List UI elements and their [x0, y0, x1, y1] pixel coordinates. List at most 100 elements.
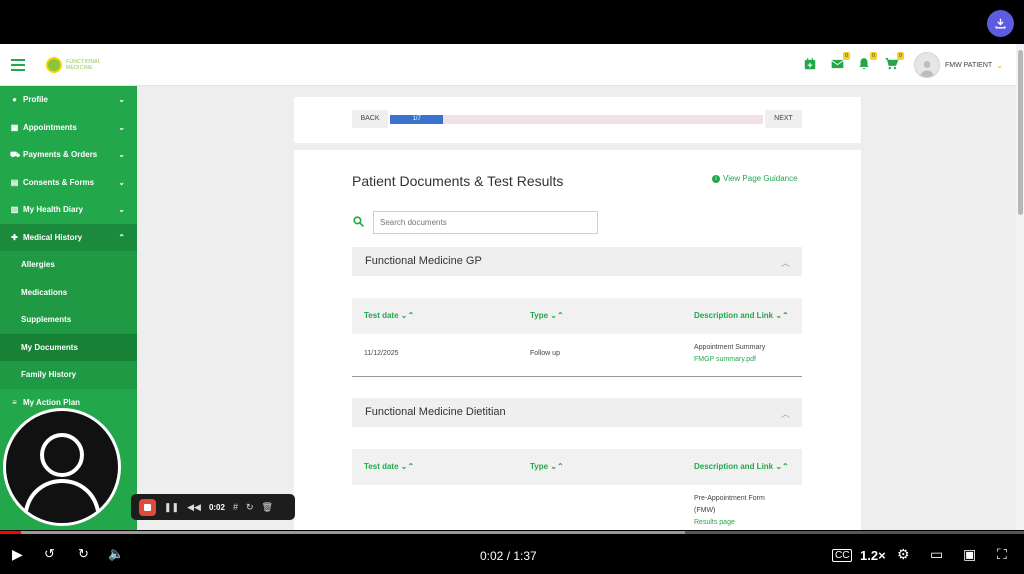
settings-icon[interactable]: ⚙: [897, 546, 910, 563]
chevron-down-icon: ⌄: [118, 150, 125, 159]
logo-text: FUNCTIONAL MEDICINE: [66, 59, 101, 71]
sidebar-subitem-my-documents[interactable]: My Documents: [0, 333, 137, 361]
description-cell: Appointment Summary: [694, 344, 766, 351]
logo-mark-icon: [46, 57, 62, 73]
column-header-type[interactable]: Type ⌄⌃: [530, 462, 564, 471]
sidebar-subitem-supplements[interactable]: Supplements: [0, 306, 137, 334]
sidebar-item-health-diary[interactable]: ▥ My Health Diary ⌄: [0, 196, 137, 224]
medical-icon: ✚: [11, 232, 18, 242]
theater-mode-icon[interactable]: ▭: [930, 546, 943, 563]
header-icons: 0 0 0: [803, 52, 904, 72]
info-icon: i: [712, 174, 720, 183]
rewind-5-icon[interactable]: ↺: [44, 546, 55, 562]
sidebar-item-payments[interactable]: ⛟ Payments & Orders ⌄: [0, 141, 137, 169]
mail-icon[interactable]: 0: [830, 52, 850, 72]
chevron-down-icon: ⌄: [118, 122, 125, 132]
stop-recording-button[interactable]: [139, 498, 156, 516]
pause-icon[interactable]: ❚❚: [164, 502, 179, 513]
webcam-avatar: [3, 408, 121, 526]
section-title: Functional Medicine GP: [365, 255, 482, 267]
section-header-dietitian[interactable]: Functional Medicine Dietitian ︿: [352, 398, 802, 427]
view-guidance-link[interactable]: i View Page Guidance: [712, 174, 798, 183]
rewind-icon[interactable]: ◀◀: [187, 502, 201, 513]
search-input[interactable]: [373, 211, 598, 234]
captions-icon[interactable]: CC: [832, 549, 853, 562]
column-header-description[interactable]: Description and Link ⌄⌃: [694, 311, 789, 320]
sidebar-item-label: Payments & Orders: [23, 150, 98, 160]
recorder-time: 0:02: [208, 502, 225, 512]
sidebar-subitem-allergies[interactable]: Allergies: [0, 251, 137, 279]
sidebar-item-medical-history[interactable]: ✚ Medical History ⌃: [0, 223, 137, 251]
description-cell-2: (FMW): [694, 507, 716, 514]
sidebar-item-profile[interactable]: ● Profile ⌄: [0, 86, 137, 114]
list-icon: ≡: [12, 397, 17, 407]
play-icon[interactable]: ▶: [12, 546, 23, 563]
logo[interactable]: FUNCTIONAL MEDICINE: [46, 57, 118, 73]
calendar-icon: ▦: [10, 122, 19, 132]
column-header-test-date[interactable]: Test date ⌄⌃: [364, 462, 414, 471]
user-menu[interactable]: FMW PATIENT ⌄: [914, 52, 1003, 78]
next-button[interactable]: NEXT: [765, 110, 802, 128]
app-viewport: FUNCTIONAL MEDICINE 0 0 0 FMW PATIENT ⌄ …: [0, 44, 1024, 530]
row-divider: [352, 376, 802, 377]
description-cell: Pre-Appointment Form: [694, 495, 765, 502]
playback-speed[interactable]: 1.2×: [860, 548, 886, 563]
person-icon: ●: [12, 95, 17, 105]
restart-icon[interactable]: ↻: [246, 502, 254, 513]
person-silhouette-icon: [24, 433, 100, 512]
back-button[interactable]: BACK: [352, 110, 388, 128]
column-header-type[interactable]: Type ⌄⌃: [530, 311, 564, 320]
guidance-label: View Page Guidance: [723, 174, 798, 183]
sidebar-item-label: My Action Plan: [23, 397, 81, 407]
document-icon: ▤: [10, 177, 19, 187]
trash-icon[interactable]: 🗑: [262, 502, 273, 513]
test-date-cell: 11/12/2025: [364, 350, 399, 357]
bell-icon[interactable]: 0: [857, 52, 877, 72]
messages-badge: 0: [843, 52, 850, 60]
type-cell: Follow up: [530, 350, 560, 357]
forward-5-icon[interactable]: ↻: [78, 546, 89, 562]
user-name: FMW PATIENT: [945, 61, 993, 69]
table-header: Test date ⌄⌃ Type ⌄⌃ Description and Lin…: [352, 449, 802, 485]
download-button[interactable]: [987, 10, 1014, 37]
sidebar-item-appointments[interactable]: ▦ Appointments ⌄: [0, 114, 137, 142]
calendar-add-icon[interactable]: [803, 57, 818, 72]
chevron-down-icon: ⌄: [118, 177, 125, 187]
book-icon: ▥: [10, 205, 19, 215]
sidebar-subitem-medications[interactable]: Medications: [0, 278, 137, 306]
document-link[interactable]: FMGP summary.pdf: [694, 356, 756, 363]
sidebar-item-consents[interactable]: ▤ Consents & Forms ⌄: [0, 169, 137, 197]
volume-icon[interactable]: 🔈: [108, 546, 124, 562]
cart-icon[interactable]: 0: [884, 52, 904, 72]
playback-time: 0:02 / 1:37: [480, 549, 537, 563]
section-header-gp[interactable]: Functional Medicine GP ︿: [352, 247, 802, 276]
wizard-progress-bar: 1/7: [390, 115, 763, 124]
cart-icon: ⛟: [10, 150, 21, 160]
sidebar-subitem-family-history[interactable]: Family History: [0, 361, 137, 389]
chevron-up-icon: ︿: [780, 258, 790, 268]
seek-bar-played: [0, 531, 22, 534]
documents-card: Patient Documents & Test Results i View …: [294, 150, 861, 530]
chevron-up-icon: ︿: [780, 409, 790, 419]
miniplayer-icon[interactable]: ▣: [963, 546, 976, 563]
notifications-badge: 0: [870, 52, 877, 60]
wizard-card: BACK 1/7 NEXT: [294, 97, 861, 143]
sidebar-item-label: Medical History: [23, 232, 83, 242]
fullscreen-icon[interactable]: ⛶: [997, 546, 1007, 563]
app-header: FUNCTIONAL MEDICINE 0 0 0 FMW PATIENT ⌄: [0, 44, 1016, 86]
chevron-down-icon: ⌄: [996, 60, 1003, 70]
seek-bar-buffered: [0, 531, 686, 534]
menu-icon[interactable]: [11, 59, 25, 71]
column-header-test-date[interactable]: Test date ⌄⌃: [364, 311, 414, 320]
video-frame: FUNCTIONAL MEDICINE 0 0 0 FMW PATIENT ⌄ …: [0, 0, 1024, 574]
sidebar-item-label: Appointments: [23, 122, 77, 132]
grid-icon[interactable]: #: [233, 502, 238, 512]
document-link[interactable]: Results page: [694, 519, 735, 526]
chevron-down-icon: ⌄: [118, 205, 125, 214]
section-title: Functional Medicine Dietitian: [365, 406, 506, 418]
sidebar-item-label: My Health Diary: [23, 205, 84, 215]
sidebar-item-label: Consents & Forms: [23, 177, 95, 187]
column-header-description[interactable]: Description and Link ⌄⌃: [694, 462, 789, 471]
table-header: Test date ⌄⌃ Type ⌄⌃ Description and Lin…: [352, 298, 802, 334]
scrollbar-thumb[interactable]: [1018, 50, 1023, 215]
